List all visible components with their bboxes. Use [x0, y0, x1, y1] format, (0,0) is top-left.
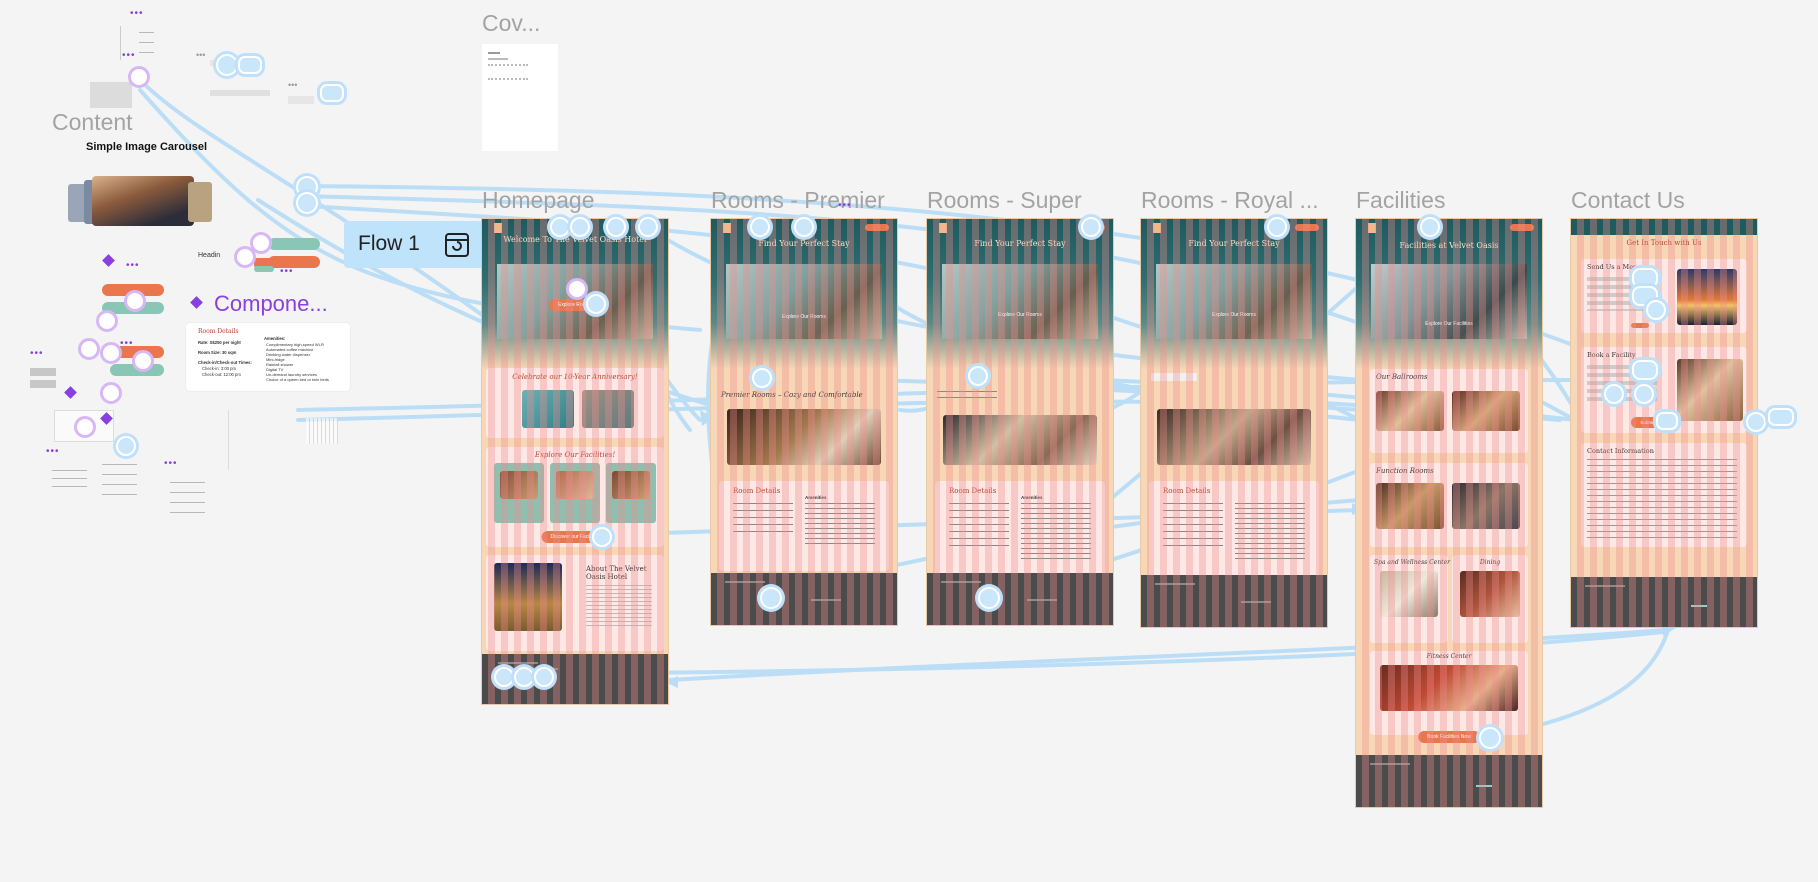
frame-facilities[interactable]: Facilities at Velvet Oasis Explore Our F… — [1356, 219, 1542, 807]
component-node[interactable] — [78, 338, 100, 360]
frame-label-rooms-super[interactable]: Rooms - Super — [927, 187, 1082, 214]
connection-node[interactable] — [296, 192, 318, 214]
frame-label-contact-us[interactable]: Contact Us — [1571, 187, 1685, 214]
connection-node[interactable] — [978, 587, 1000, 609]
play-flow-icon[interactable] — [444, 232, 470, 258]
frame-rooms-royal[interactable]: Find Your Perfect Stay Explore Our Rooms… — [1141, 219, 1327, 627]
connection-node[interactable] — [1604, 384, 1624, 404]
book-facilities-button[interactable]: Book Facilities Now — [1418, 731, 1480, 743]
component-node[interactable] — [124, 290, 146, 312]
calendar-component — [306, 418, 338, 444]
connection-node[interactable] — [238, 56, 262, 74]
content-image-placeholder — [90, 82, 132, 108]
component-node[interactable] — [566, 278, 588, 300]
component-node[interactable] — [132, 350, 154, 372]
heading-snippet: Headin — [198, 252, 221, 259]
connection-node[interactable] — [794, 217, 814, 237]
frame-label-homepage[interactable]: Homepage — [482, 187, 595, 214]
component-node[interactable] — [74, 416, 96, 438]
connection-node[interactable] — [638, 217, 658, 237]
carousel-preview[interactable] — [68, 176, 218, 228]
frame-label-rooms-royal[interactable]: Rooms - Royal ... — [1141, 187, 1319, 214]
connection-node[interactable] — [320, 84, 344, 102]
connection-node[interactable] — [1632, 268, 1658, 288]
component-node[interactable] — [96, 310, 118, 332]
flow-start-button[interactable]: Flow 1 — [344, 221, 484, 268]
connection-node[interactable] — [586, 294, 606, 314]
connection-node[interactable] — [514, 667, 534, 687]
carousel-title: Simple Image Carousel — [86, 141, 208, 153]
frame-label-facilities[interactable]: Facilities — [1356, 187, 1445, 214]
frame-rooms-super[interactable]: Find Your Perfect Stay Explore Our Rooms… — [927, 219, 1113, 625]
frame-label-rooms-premier[interactable]: Rooms - Premier — [711, 187, 891, 214]
prototype-links — [138, 78, 1762, 738]
connection-node[interactable] — [116, 436, 136, 456]
connection-node[interactable] — [1267, 217, 1287, 237]
connection-node[interactable] — [752, 368, 772, 388]
connection-node[interactable] — [1479, 727, 1501, 749]
cover-frame[interactable] — [482, 44, 558, 151]
component-node[interactable] — [100, 382, 122, 404]
frame-rooms-premier[interactable]: Find Your Perfect Stay Explore Our Rooms… — [711, 219, 897, 625]
component-node[interactable] — [250, 232, 272, 254]
connection-node[interactable] — [1081, 217, 1101, 237]
cover-label[interactable]: Cov... — [482, 10, 540, 37]
connection-node[interactable] — [592, 527, 612, 547]
connection-node[interactable] — [216, 54, 238, 76]
connection-node[interactable] — [606, 217, 626, 237]
connection-node[interactable] — [1656, 412, 1678, 430]
connection-node[interactable] — [550, 217, 570, 237]
connection-node[interactable] — [1646, 300, 1666, 320]
connection-node[interactable] — [1746, 412, 1766, 432]
components-label[interactable]: Compone... — [214, 291, 328, 317]
component-node[interactable] — [100, 342, 122, 364]
component-node[interactable] — [128, 66, 150, 88]
connection-node[interactable] — [570, 217, 590, 237]
content-label[interactable]: Content — [52, 109, 133, 136]
connection-node[interactable] — [494, 667, 514, 687]
connection-node[interactable] — [968, 366, 988, 386]
room-details-card[interactable]: Room Details Rate: S$250 per night Room … — [186, 323, 350, 391]
connection-node[interactable] — [750, 217, 770, 237]
connection-node[interactable] — [1768, 408, 1794, 426]
connection-node[interactable] — [1634, 384, 1654, 404]
connection-node[interactable] — [760, 587, 782, 609]
connection-node[interactable] — [1420, 217, 1440, 237]
connection-node[interactable] — [534, 667, 554, 687]
connection-node[interactable] — [1632, 360, 1658, 380]
